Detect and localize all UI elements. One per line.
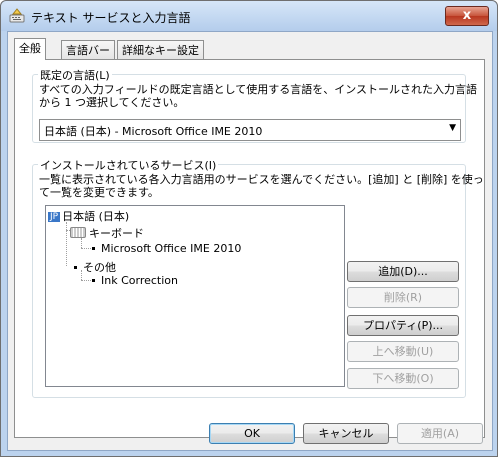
tree-node-keyboard-label: キーボード xyxy=(89,227,144,240)
title-bar[interactable]: テキスト サービスと入力言語 x xyxy=(1,1,497,31)
language-badge: JP xyxy=(48,212,61,222)
move-up-button[interactable]: 上へ移動(U) xyxy=(347,341,459,362)
dialog-window: テキスト サービスと入力言語 x 全般 言語バー 詳細なキー設定 既定の言語(L… xyxy=(0,0,498,457)
move-down-button[interactable]: 下へ移動(O) xyxy=(347,368,459,389)
tree-node-ink-correction[interactable]: Ink Correction xyxy=(92,274,178,287)
keyboard-icon xyxy=(70,227,86,238)
tree-node-keyboard[interactable]: キーボード xyxy=(70,225,144,241)
properties-button[interactable]: プロパティ(P)... xyxy=(347,315,459,336)
close-button[interactable]: x xyxy=(445,6,489,26)
apply-button[interactable]: 適用(A) xyxy=(397,423,483,444)
tree-node-other-label: その他 xyxy=(83,261,116,274)
default-language-description-1: すべての入力フィールドの既定言語として使用する言語を、インストールされた入力言語 xyxy=(39,83,478,96)
tree-node-ime-label: Microsoft Office IME 2010 xyxy=(101,242,242,255)
add-button[interactable]: 追加(D)... xyxy=(347,261,459,282)
tree-node-language-label: 日本語 (日本) xyxy=(62,210,130,223)
installed-services-description-1: 一覧に表示されている各入力言語用のサービスを選んでください。[追加] と [削除… xyxy=(39,173,484,186)
tree-connector xyxy=(66,230,67,266)
default-language-description-2: から 1 つ選択してください。 xyxy=(39,96,185,109)
text-services-icon xyxy=(9,8,25,23)
dropdown-arrow-icon[interactable]: ▼ xyxy=(449,123,456,133)
default-language-select[interactable]: 日本語 (日本) - Microsoft Office IME 2010 ▼ xyxy=(39,119,461,141)
default-language-label: 既定の言語(L) xyxy=(38,67,112,83)
bullet-icon xyxy=(92,279,95,282)
remove-button[interactable]: 削除(R) xyxy=(347,287,459,308)
services-tree[interactable]: JP 日本語 (日本) キーボード Microsoft Office IME 20… xyxy=(45,205,345,387)
tree-node-other[interactable]: その他 xyxy=(74,259,116,275)
tree-node-language[interactable]: JP 日本語 (日本) xyxy=(48,208,129,224)
tab-advanced-key-settings[interactable]: 詳細なキー設定 xyxy=(117,40,204,60)
tab-general[interactable]: 全般 xyxy=(14,38,46,60)
tree-node-ink-correction-label: Ink Correction xyxy=(101,274,178,287)
window-title: テキスト サービスと入力言語 xyxy=(31,11,191,25)
bullet-icon xyxy=(92,247,95,250)
tree-connector xyxy=(81,248,91,249)
ok-button[interactable]: OK xyxy=(209,423,295,444)
cancel-button[interactable]: キャンセル xyxy=(303,423,389,444)
tree-node-ime[interactable]: Microsoft Office IME 2010 xyxy=(92,242,241,255)
installed-services-description-2: て一覧を変更できます。 xyxy=(39,186,159,199)
tree-connector xyxy=(81,280,91,281)
tab-language-bar[interactable]: 言語バー xyxy=(61,40,115,60)
default-language-value: 日本語 (日本) - Microsoft Office IME 2010 xyxy=(44,125,263,138)
installed-services-label: インストールされているサービス(I) xyxy=(38,157,219,173)
bullet-icon xyxy=(74,266,77,269)
